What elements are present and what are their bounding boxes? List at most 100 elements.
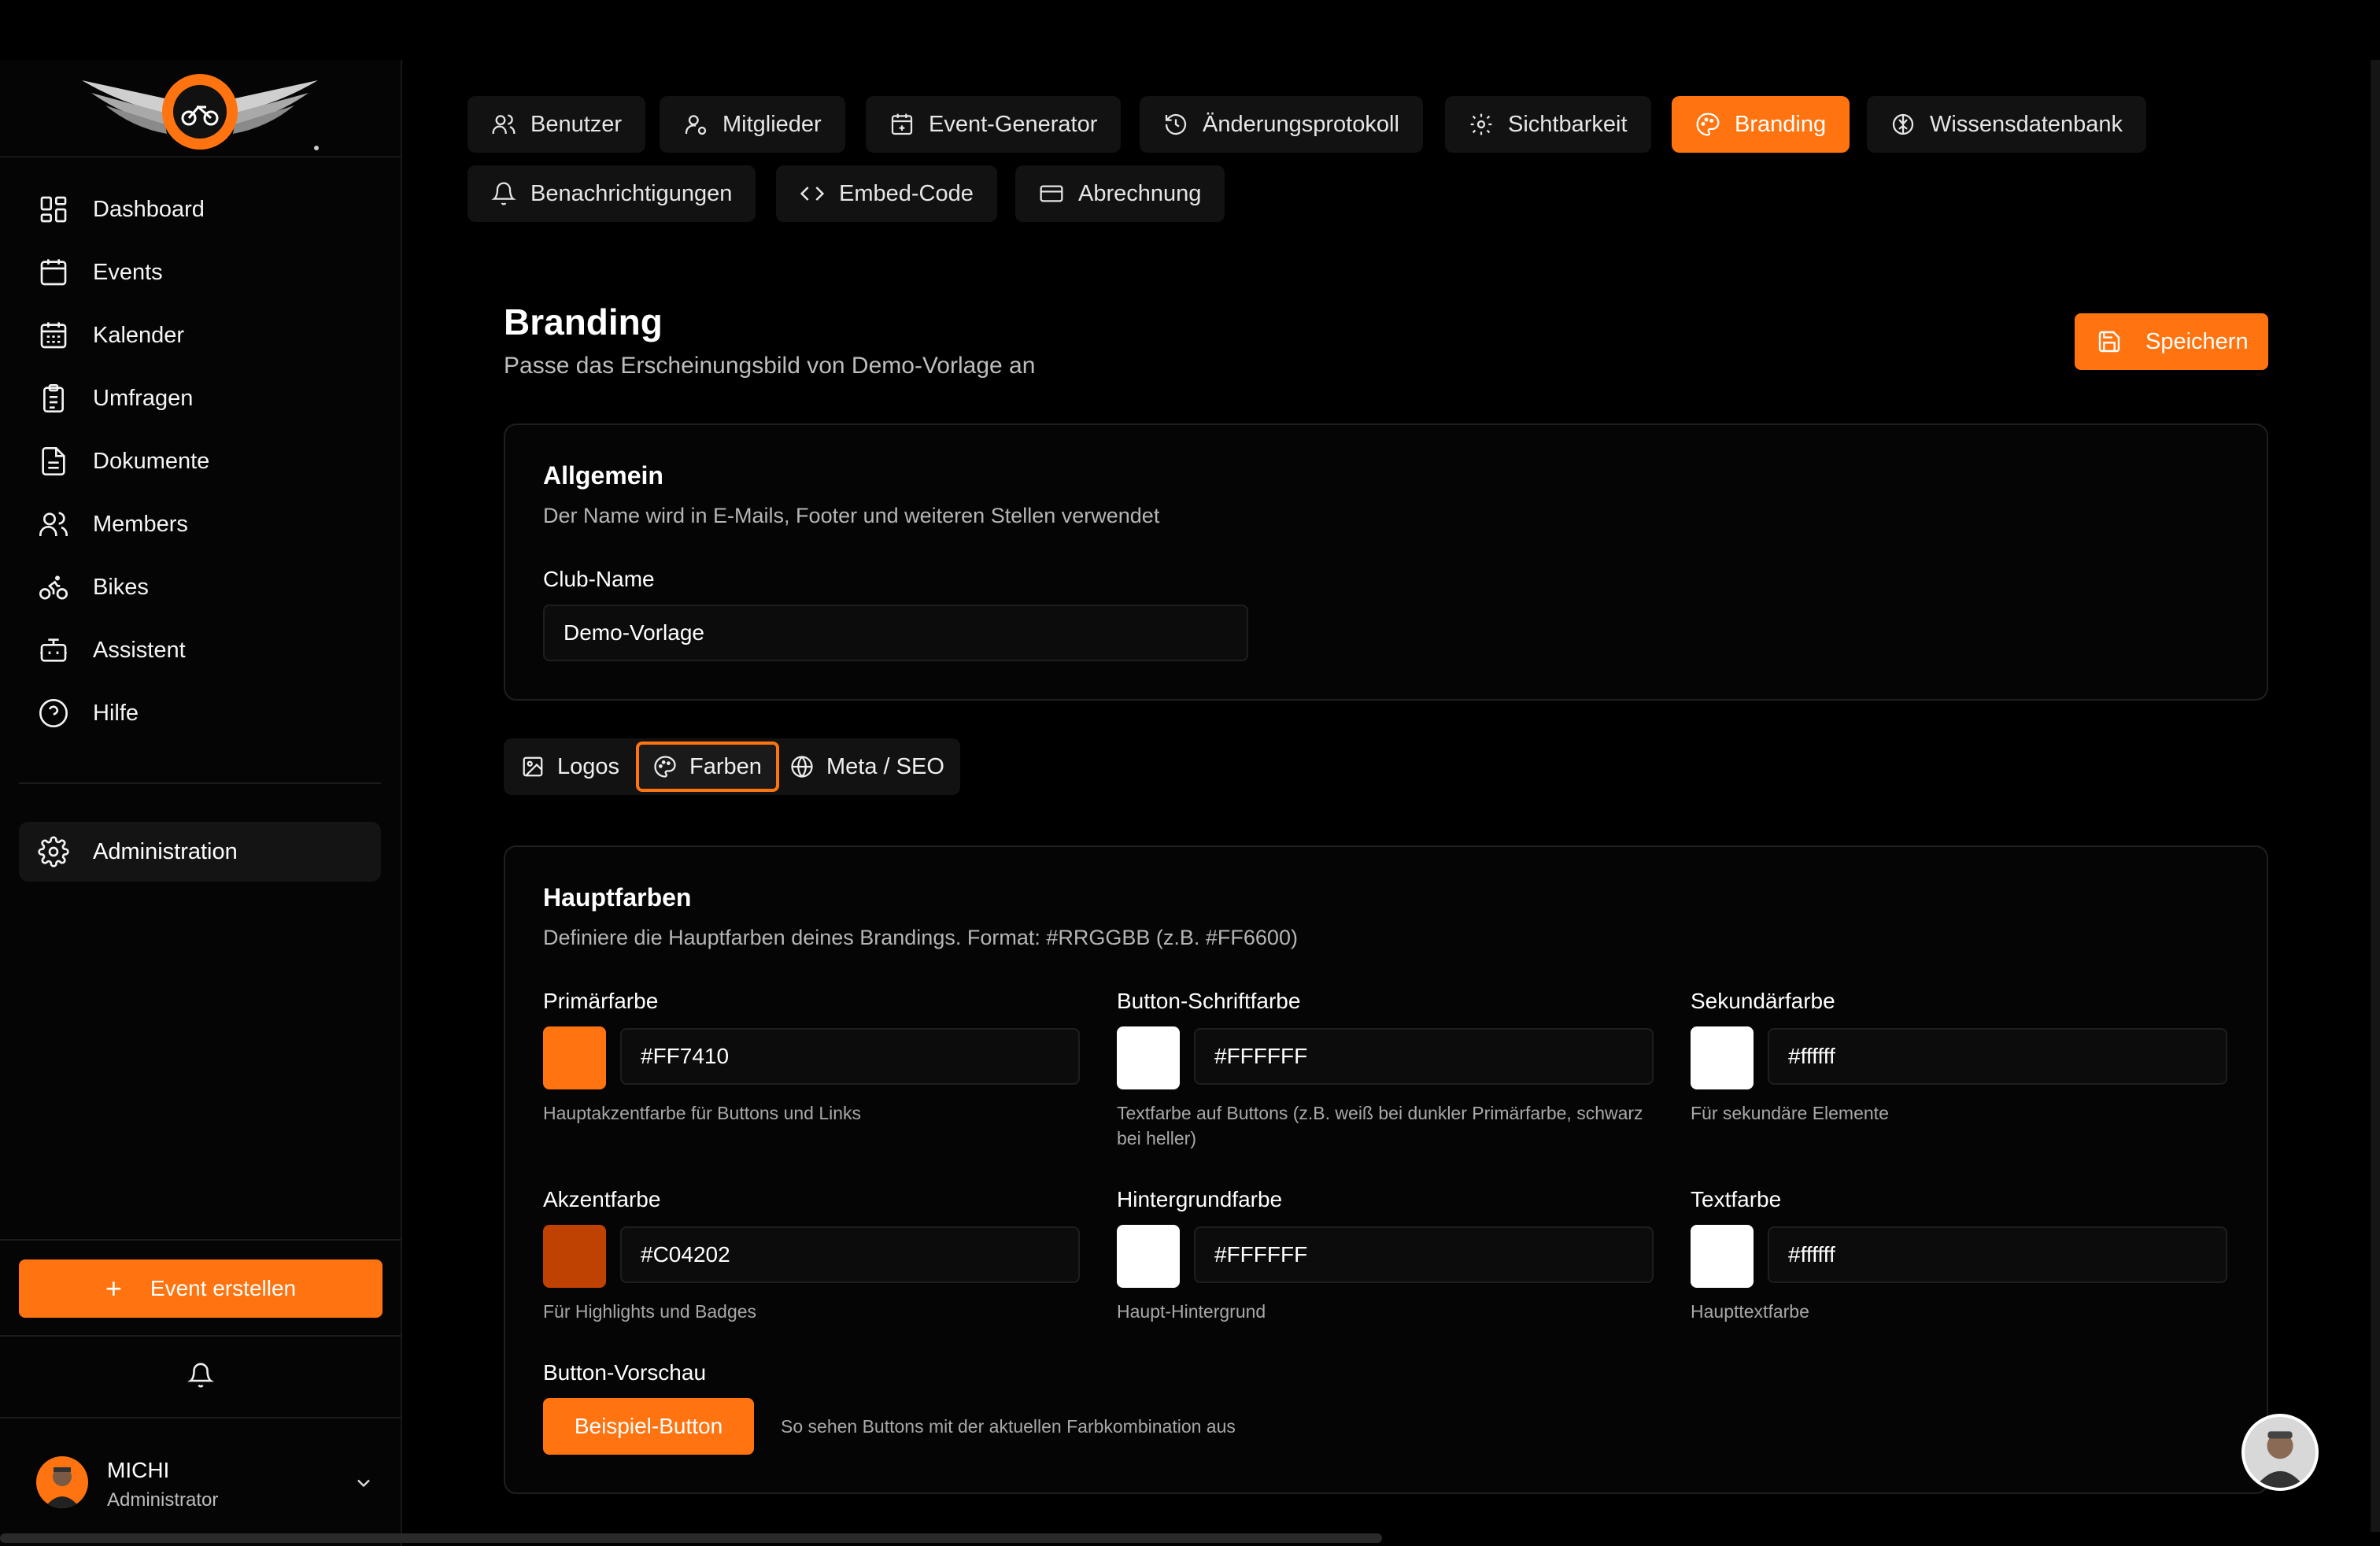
subtab-logos[interactable]: Logos [507, 742, 634, 792]
general-title: Allgemein [543, 461, 663, 490]
gear-icon [38, 836, 69, 867]
calendar-icon [40, 259, 67, 286]
secondary-color-label: Sekundärfarbe [1691, 989, 1835, 1013]
background-color-input[interactable] [1194, 1226, 1654, 1283]
tab-mitglieder[interactable]: Mitglieder [660, 96, 845, 153]
tab-aenderungsprotokoll[interactable]: Änderungsprotokoll [1140, 96, 1423, 153]
colors-description: Definiere die Hauptfarben deines Brandin… [543, 926, 1298, 949]
calendar-grid-icon [40, 322, 67, 349]
biker-club-logo[interactable] [74, 65, 326, 154]
palette-icon [654, 756, 676, 778]
subtab-farben-label: Farben [689, 753, 762, 779]
nav-dokumente[interactable]: Dokumente [19, 430, 381, 493]
background-color-swatch[interactable] [1117, 1225, 1180, 1288]
tab-abrechnung[interactable]: Abrechnung [1015, 165, 1225, 222]
user-menu[interactable]: MICHI Administrator [36, 1450, 375, 1513]
nav-events[interactable]: Events [19, 241, 381, 304]
tab-wissensdatenbank[interactable]: Wissensdatenbank [1867, 96, 2147, 153]
nav-kalender-label: Kalender [93, 322, 185, 348]
image-icon [523, 756, 543, 777]
gear-icon [1470, 113, 1492, 135]
horizontal-scrollbar[interactable] [0, 1533, 1382, 1543]
tab-branding-label: Branding [1735, 111, 1827, 137]
chevron-down-icon [357, 1479, 370, 1488]
accent-color-swatch[interactable] [543, 1225, 606, 1288]
nav-dashboard[interactable]: Dashboard [19, 178, 381, 241]
subtab-farben[interactable]: Farben [636, 742, 779, 792]
create-event-label: Event erstellen [150, 1276, 297, 1300]
page-subtitle: Passe das Erscheinungsbild von Demo-Vorl… [504, 353, 1036, 379]
palette-icon [1696, 113, 1720, 136]
code-icon [800, 187, 825, 201]
nav-kalender[interactable]: Kalender [19, 304, 381, 367]
background-color-label: Hintergrundfarbe [1117, 1187, 1283, 1211]
clipboard-list-icon [43, 384, 64, 412]
nav-hilfe-label: Hilfe [93, 700, 139, 726]
user-icon [492, 114, 516, 134]
secondary-color-input[interactable] [1768, 1028, 2227, 1085]
general-card: Allgemein Der Name wird in E-Mails, Foot… [504, 423, 2268, 701]
tab-benachrichtigungen-label: Benachrichtigungen [530, 180, 733, 206]
tab-sichtbarkeit-label: Sichtbarkeit [1508, 111, 1628, 137]
secondary-color-hint: Für sekundäre Elemente [1691, 1103, 1889, 1123]
tab-wissensdatenbank-label: Wissensdatenbank [1930, 111, 2123, 137]
notifications-bell-icon[interactable] [187, 1362, 214, 1389]
plus-icon: + [105, 1272, 122, 1304]
tab-embed-code[interactable]: Embed-Code [776, 165, 997, 222]
text-color-hint: Haupttextfarbe [1691, 1301, 1809, 1322]
nav-administration[interactable]: Administration [19, 822, 381, 882]
create-event-button[interactable]: + Event erstellen [19, 1259, 382, 1318]
nav-umfragen-label: Umfragen [93, 385, 194, 411]
document-icon [42, 447, 65, 475]
text-color-input[interactable] [1768, 1226, 2227, 1283]
button-text-color-hint: Textfarbe auf Buttons (z.B. weiß bei dun… [1117, 1103, 1643, 1148]
subtab-logos-label: Logos [557, 753, 620, 779]
sidebar: Dashboard Events Kalender Umfragen Dokum… [0, 60, 402, 1546]
bike-icon [39, 575, 68, 600]
help-circle-icon [39, 699, 68, 727]
button-text-color-swatch[interactable] [1117, 1026, 1180, 1089]
accent-color-input[interactable] [620, 1226, 1080, 1283]
tab-benutzer-label: Benutzer [530, 111, 623, 137]
save-label: Speichern [2145, 328, 2249, 354]
vertical-scrollbar[interactable] [2371, 60, 2380, 1532]
tab-benachrichtigungen[interactable]: Benachrichtigungen [468, 165, 756, 222]
tab-branding[interactable]: Branding [1672, 96, 1850, 153]
background-color-hint: Haupt-Hintergrund [1117, 1301, 1266, 1322]
page-title: Branding [504, 301, 663, 342]
save-icon [2098, 331, 2120, 353]
tab-sichtbarkeit[interactable]: Sichtbarkeit [1445, 96, 1651, 153]
main-nav: Dashboard Events Kalender Umfragen Dokum… [19, 178, 381, 745]
colors-title: Hauptfarben [543, 883, 692, 912]
assistant-avatar-button[interactable] [2241, 1414, 2319, 1491]
primary-color-input[interactable] [620, 1028, 1080, 1085]
nav-bikes[interactable]: Bikes [19, 556, 381, 619]
general-description: Der Name wird in E-Mails, Footer und wei… [543, 504, 1160, 527]
text-color-swatch[interactable] [1691, 1225, 1754, 1288]
nav-dashboard-label: Dashboard [93, 196, 205, 222]
nav-hilfe[interactable]: Hilfe [19, 682, 381, 745]
primary-color-label: Primärfarbe [543, 989, 659, 1013]
calendar-plus-icon [891, 113, 913, 135]
logo-area [0, 60, 402, 157]
secondary-color-swatch[interactable] [1691, 1026, 1754, 1089]
primary-color-swatch[interactable] [543, 1026, 606, 1089]
nav-members[interactable]: Members [19, 493, 381, 556]
sidebar-separator [0, 1417, 402, 1418]
nav-assistent[interactable]: Assistent [19, 619, 381, 682]
club-name-input[interactable] [543, 605, 1248, 661]
sample-button[interactable]: Beispiel-Button [543, 1398, 754, 1455]
subtab-meta-seo[interactable]: Meta / SEO [776, 742, 959, 792]
user-name: MICHI [107, 1458, 170, 1482]
accent-color-hint: Für Highlights und Badges [543, 1301, 757, 1322]
sidebar-separator [0, 1335, 402, 1337]
button-text-color-input[interactable] [1194, 1028, 1654, 1085]
club-name-label: Club-Name [543, 567, 655, 591]
tab-event-generator[interactable]: Event-Generator [866, 96, 1122, 153]
save-button[interactable]: Speichern [2075, 313, 2268, 370]
nav-administration-label: Administration [93, 838, 238, 864]
tab-benutzer[interactable]: Benutzer [468, 96, 646, 153]
nav-umfragen[interactable]: Umfragen [19, 367, 381, 430]
bell-icon [491, 182, 516, 205]
branding-subtabs: Logos Farben Meta / SEO [504, 738, 960, 795]
